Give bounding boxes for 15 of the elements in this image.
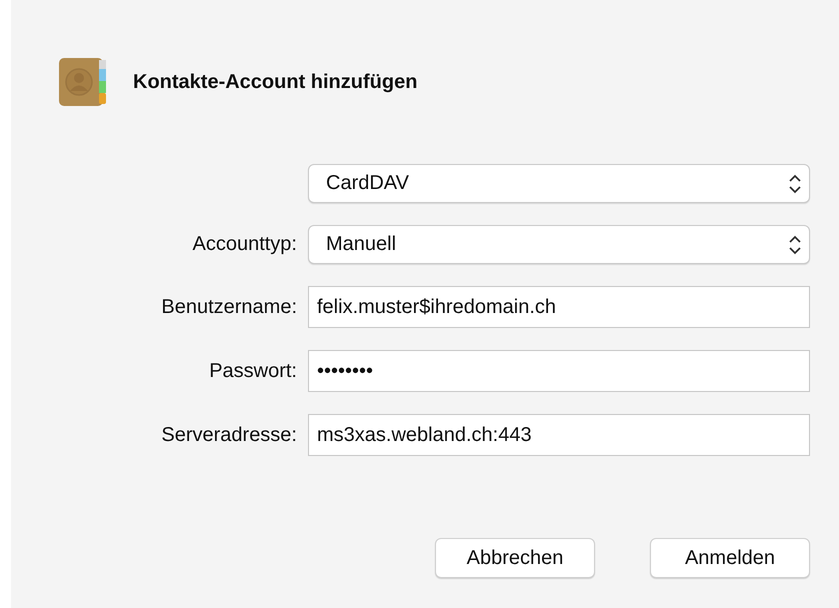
up-down-chevron-icon — [789, 174, 801, 194]
input-field[interactable]: •••••••• — [308, 350, 810, 392]
field-label: Accounttyp: — [191, 233, 297, 256]
popup-menu[interactable]: Manuell — [308, 225, 810, 264]
popup-menu[interactable]: CardDAV — [308, 164, 810, 203]
dialog-title: Kontakte-Account hinzufügen — [133, 70, 418, 94]
dialog-button[interactable]: Abbrechen — [435, 538, 595, 578]
field-label: Passwort: — [208, 360, 297, 382]
input-field[interactable]: felix.muster$ihredomain.ch — [308, 286, 810, 328]
dialog-button[interactable]: Anmelden — [650, 538, 810, 578]
contacts-book-icon — [59, 58, 107, 106]
field-label: Benutzername: — [160, 296, 297, 318]
input-field[interactable]: ms3xas.webland.ch:443 — [308, 414, 810, 456]
up-down-chevron-icon — [789, 234, 801, 254]
field-label: Serveradresse: — [160, 424, 297, 446]
